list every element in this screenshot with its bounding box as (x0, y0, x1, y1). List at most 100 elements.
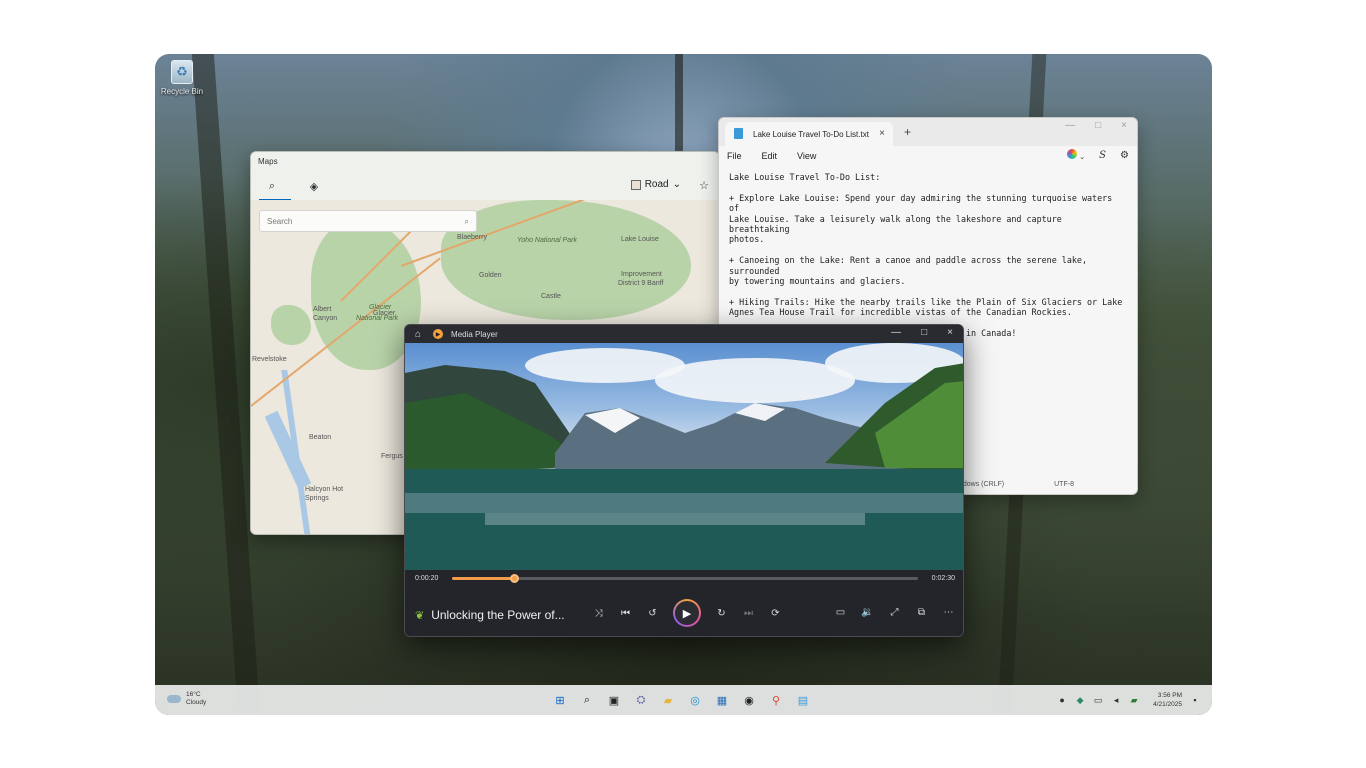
place-label: Beaton (309, 434, 332, 441)
seek-bar[interactable] (452, 574, 918, 583)
place-label: Halcyon Hot (305, 486, 344, 493)
place-label: District 9 Banff (618, 280, 664, 287)
miniplayer-icon[interactable]: ⧉ (915, 606, 928, 619)
repeat-off-icon[interactable]: ⟳ (769, 607, 782, 620)
chevron-down-icon: ⌄ (672, 179, 681, 190)
home-icon[interactable]: ⌂ (415, 329, 421, 340)
window-controls: — □ × (891, 327, 953, 338)
seek-bar-thumb[interactable] (509, 574, 519, 583)
next-icon[interactable]: ⏭ (742, 607, 755, 620)
minimize-icon[interactable]: — (891, 327, 901, 338)
place-label: Lake Louise (621, 236, 659, 243)
text-line: Lake Louise Travel To-Do List: (729, 172, 881, 182)
text-line: + Hiking Trails: Hike the nearby trails … (729, 296, 1123, 318)
place-label: Canyon (313, 315, 338, 322)
file-explorer-icon[interactable]: ▰ (659, 691, 677, 709)
recycle-bin[interactable]: ♻ Recycle Bin (159, 60, 205, 96)
clock-date: 4/21/2025 (1153, 701, 1182, 708)
notepad-tab[interactable]: Lake Louise Travel To-Do List.txt × (725, 122, 893, 146)
teams-icon[interactable]: ⛭ (632, 691, 650, 709)
new-tab-button[interactable]: + (904, 125, 911, 139)
chevron-down-icon: ⌄ (1079, 154, 1086, 161)
menu-file[interactable]: File (727, 151, 742, 161)
battery-icon[interactable]: ▰ (1129, 695, 1139, 705)
task-view-icon[interactable]: ▣ (605, 691, 623, 709)
speaker-icon[interactable]: ◂ (1111, 695, 1121, 705)
network-icon[interactable]: ▭ (1093, 695, 1103, 705)
notepad-right-tools: ⌄ S ⚙ (1066, 149, 1129, 162)
close-icon[interactable]: × (947, 327, 953, 338)
now-playing[interactable]: ❦ Unlocking the Power of... (415, 608, 565, 622)
text-line: + Canoeing on the Lake: Rent a canoe and… (729, 255, 1087, 287)
close-icon[interactable]: × (1121, 120, 1127, 131)
recycle-bin-icon: ♻ (171, 60, 193, 84)
playback-controls: ⤨ ⏮ ↺ ▶ ↻ ⏭ ⟳ (592, 599, 782, 627)
subtitles-icon[interactable]: ▭ (834, 606, 847, 619)
window-controls: — □ × (1065, 120, 1127, 131)
lightbulb-icon[interactable]: ● (1057, 695, 1067, 705)
map-style-dropdown[interactable]: Road ⌄ (630, 179, 681, 190)
map-style-icon (630, 179, 641, 190)
player-extra-controls: ▭ 🔉 ⤢ ⧉ ⋯ (834, 606, 955, 619)
media-player-taskbar-icon[interactable]: ◉ (740, 691, 758, 709)
notepad-taskbar-icon[interactable]: ▤ (794, 691, 812, 709)
place-label: Albert (313, 306, 332, 313)
park-area (271, 305, 311, 345)
favorites-button[interactable]: ☆ (699, 179, 709, 192)
media-player-titlebar: ⌂ ▶ Media Player — □ × (405, 325, 963, 343)
fullscreen-icon[interactable]: ⤢ (888, 606, 901, 619)
edge-icon[interactable]: ◎ (686, 691, 704, 709)
place-label: Improvement (621, 271, 662, 278)
search-input[interactable]: Search ⌕ (259, 210, 477, 232)
forward-30-icon[interactable]: ↻ (715, 607, 728, 620)
rewind-10-icon[interactable]: ↺ (646, 607, 659, 620)
maximize-icon[interactable]: □ (921, 327, 927, 338)
search-icon[interactable]: ⌕ (578, 691, 596, 709)
notepad-icon (734, 128, 743, 139)
maps-taskbar-icon[interactable]: ⚲ (767, 691, 785, 709)
text-line: + Explore Lake Louise: Spend your day ad… (729, 192, 1113, 245)
previous-icon[interactable]: ⏮ (619, 607, 632, 620)
menu-view[interactable]: View (797, 151, 816, 161)
play-button[interactable]: ▶ (673, 599, 701, 627)
place-label: Blaeberry (457, 234, 487, 241)
copilot-button[interactable]: ⌄ (1066, 149, 1086, 162)
favorites-icon: ☆ (699, 180, 709, 192)
leaf-icon: ❦ (415, 609, 425, 622)
notifications-icon[interactable]: ▪ (1190, 695, 1200, 705)
directions-icon: ◈ (309, 180, 319, 193)
more-options-icon[interactable]: ⋯ (942, 606, 955, 619)
weather-condition: Cloudy (186, 699, 207, 706)
clock-time: 3:56 PM (1157, 692, 1182, 699)
place-label: Glacier (369, 304, 392, 311)
menu-edit[interactable]: Edit (762, 151, 778, 161)
store-icon[interactable]: ▦ (713, 691, 731, 709)
mountain-landscape (405, 363, 963, 570)
minimize-icon[interactable]: — (1065, 120, 1075, 131)
cloud-sync-icon[interactable]: ◆ (1075, 695, 1085, 705)
directions-tab[interactable]: ◈ (303, 175, 325, 197)
search-tab[interactable]: ⌕ (259, 175, 291, 201)
close-tab-icon[interactable]: × (879, 128, 885, 139)
copilot-icon (1066, 149, 1077, 159)
maximize-icon[interactable]: □ (1095, 120, 1101, 131)
volume-icon[interactable]: 🔉 (861, 606, 874, 619)
maps-toolbar: ⌕ ◈ Road ⌄ ☆ (251, 172, 719, 201)
current-time: 0:00:20 (415, 575, 439, 582)
video-frame[interactable] (405, 343, 963, 570)
shuffle-icon[interactable]: ⤨ (592, 607, 605, 620)
line-ending-status: ndows (CRLF) (959, 481, 1005, 488)
start-icon[interactable]: ⊞ (551, 691, 569, 709)
clock[interactable]: 3:56 PM 4/21/2025 (1153, 691, 1182, 709)
settings-icon[interactable]: ⚙ (1120, 150, 1129, 161)
spellcheck-icon[interactable]: S (1099, 150, 1106, 161)
track-title: Unlocking the Power of... (431, 608, 565, 622)
media-player-window[interactable]: ⌂ ▶ Media Player — □ × 0:00:20 0:02:30 ❦… (404, 324, 964, 637)
weather-widget[interactable]: 16°C Cloudy (167, 691, 206, 707)
place-label: Golden (479, 272, 502, 279)
encoding-status: UTF-8 (1054, 481, 1074, 488)
park-area (441, 200, 691, 320)
player-controls-bar: 0:00:20 0:02:30 ❦ Unlocking the Power of… (405, 570, 963, 636)
place-label: National Park (356, 315, 399, 322)
recycle-bin-label: Recycle Bin (160, 87, 204, 96)
